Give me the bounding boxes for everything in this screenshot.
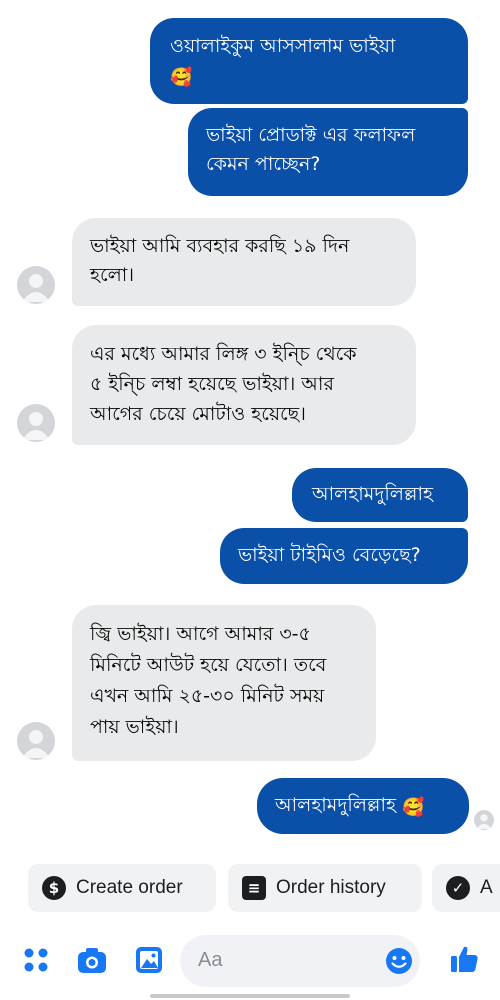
contact-avatar[interactable] [17, 722, 55, 760]
message-text: হলো। [90, 264, 135, 286]
quick-actions-bar: $ Create order ≡ Order history ✓ A [0, 862, 500, 916]
receipt-icon: ≡ [242, 876, 266, 900]
message-text: জ্বি ভাইয়া। আগে আমার ৩-৫ [90, 623, 311, 645]
check-circle-icon: ✓ [446, 876, 470, 900]
message-text: ৫ ইন্চি লম্বা হয়েছে ভাইয়া। আর [90, 373, 334, 395]
third-quick-action-button[interactable]: ✓ A [432, 864, 500, 912]
outgoing-message[interactable]: আলহামদুলিল্লাহ [292, 468, 468, 522]
outgoing-message[interactable]: ওয়ালাইকুম আসসালাম ভাইয়া 🥰 [150, 18, 468, 104]
message-text: পায় ভাইয়া। [90, 716, 179, 738]
message-text: ভাইয়া আমি ব্যবহার করছি ১৯ দিন [90, 235, 350, 257]
message-text: মিনিটে আউট হয়ে যেতো। তবে [90, 654, 327, 676]
outgoing-message[interactable]: ভাইয়া প্রোডাক্ট এর ফলাফল কেমন পাচ্ছেন? [188, 108, 468, 196]
contact-avatar[interactable] [17, 266, 55, 304]
message-text: আলহামদুলিল্লাহ [312, 483, 433, 505]
contact-avatar[interactable] [17, 404, 55, 442]
like-icon[interactable] [448, 943, 480, 975]
dollar-icon: $ [42, 876, 66, 900]
apps-icon[interactable] [22, 946, 50, 974]
message-text: ভাইয়া প্রোডাক্ট এর ফলাফল [206, 124, 416, 146]
message-composer: Aa [0, 930, 500, 990]
order-history-button[interactable]: ≡ Order history [228, 864, 422, 912]
chat-thread: ওয়ালাইকুম আসসালাম ভাইয়া 🥰 ভাইয়া প্রোড… [0, 0, 500, 860]
incoming-message[interactable]: এর মধ্যে আমার লিঙ্গ ৩ ইন্চি থেকে ৫ ইন্চি… [72, 325, 416, 445]
smiling-hearts-emoji-icon: 🥰 [402, 797, 425, 818]
message-text: আলহামদুলিল্লাহ [275, 794, 396, 816]
message-text: ওয়ালাইকুম আসসালাম ভাইয়া [170, 35, 396, 57]
gallery-icon[interactable] [134, 945, 164, 975]
create-order-label: Create order [76, 877, 183, 898]
smiling-hearts-emoji-icon: 🥰 [170, 67, 193, 88]
message-text: ভাইয়া টাইমিও বেড়েছে? [238, 544, 421, 566]
emoji-icon[interactable] [384, 946, 414, 976]
home-indicator [150, 994, 350, 998]
create-order-button[interactable]: $ Create order [28, 864, 216, 912]
default-avatar-icon [476, 814, 492, 829]
third-quick-action-label: A [480, 877, 493, 898]
default-avatar-icon [22, 730, 50, 758]
message-text: এর মধ্যে আমার লিঙ্গ ৩ ইন্চি থেকে [90, 343, 357, 365]
outgoing-message[interactable]: ভাইয়া টাইমিও বেড়েছে? [220, 528, 468, 584]
message-text: এখন আমি ২৫-৩০ মিনিট সময় [90, 685, 325, 707]
outgoing-message[interactable]: আলহামদুলিল্লাহ 🥰 [257, 778, 469, 834]
message-input-placeholder: Aa [198, 949, 223, 971]
default-avatar-icon [22, 274, 50, 302]
default-avatar-icon [22, 412, 50, 440]
seen-receipt-avatar [474, 810, 494, 830]
camera-icon[interactable] [76, 945, 108, 975]
incoming-message[interactable]: জ্বি ভাইয়া। আগে আমার ৩-৫ মিনিটে আউট হয়… [72, 605, 376, 761]
message-text: আগের চেয়ে মোটাও হয়েছে। [90, 403, 306, 425]
message-text: কেমন পাচ্ছেন? [206, 153, 321, 175]
incoming-message[interactable]: ভাইয়া আমি ব্যবহার করছি ১৯ দিন হলো। [72, 218, 416, 306]
order-history-label: Order history [276, 877, 386, 898]
